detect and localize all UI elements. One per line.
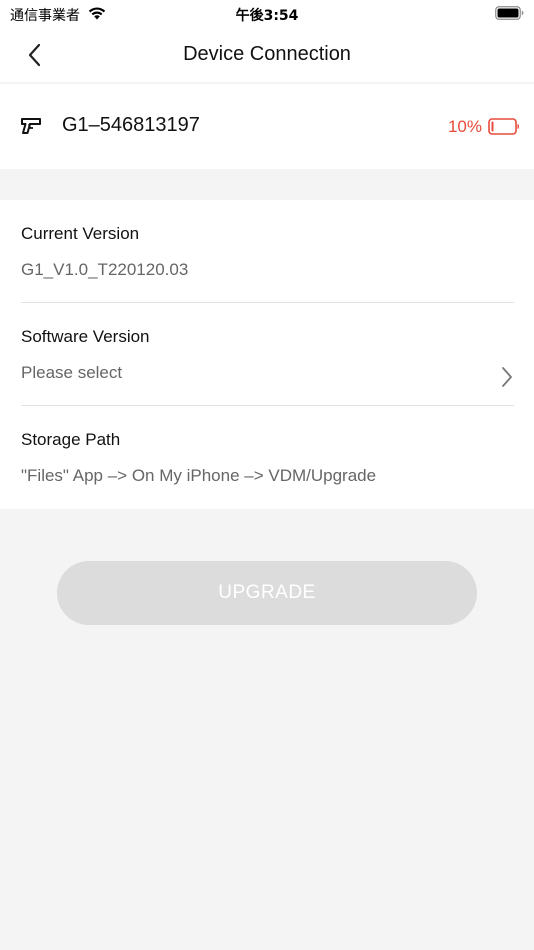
pistol-icon (21, 118, 41, 134)
status-bar: 通信事業者 午後3:54 (0, 0, 534, 28)
clock: 午後3:54 (235, 8, 299, 24)
storage-path-label: Storage Path (21, 430, 121, 449)
storage-path-row: Storage Path "Files" App –> On My iPhone… (21, 406, 514, 509)
current-version-label: Current Version (21, 224, 140, 243)
storage-path-value: "Files" App –> On My iPhone –> VDM/Upgra… (21, 466, 377, 485)
device-battery-percent: 10% (447, 117, 482, 136)
software-version-select[interactable]: Please select (21, 363, 122, 383)
current-version-row: Current Version G1_V1.0_T220120.03 (21, 200, 514, 303)
device-card: G1–546813197 10% (0, 84, 534, 169)
software-version-label: Software Version (21, 327, 150, 346)
navigation-bar: Device Connection (0, 28, 534, 82)
chevron-right-icon[interactable] (500, 365, 514, 389)
page-title: Device Connection (183, 43, 351, 65)
battery-icon (495, 6, 524, 20)
software-version-row[interactable]: Software Version Please select (21, 303, 514, 406)
firmware-info-panel: Current Version G1_V1.0_T220120.03 Softw… (0, 200, 534, 509)
low-battery-icon (488, 118, 519, 135)
current-version-value: G1_V1.0_T220120.03 (21, 260, 189, 279)
upgrade-button[interactable]: UPGRADE (57, 561, 477, 625)
device-name: G1–546813197 (62, 114, 200, 136)
